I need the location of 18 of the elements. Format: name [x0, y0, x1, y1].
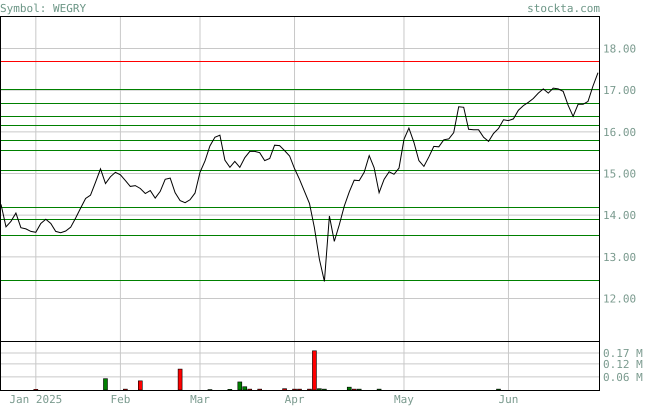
axis-label: 0.17 M [603, 346, 643, 360]
symbol-label: Symbol: WEGRY [0, 2, 86, 14]
axis-label: 13.00 [603, 250, 636, 264]
axis-label: 0.06 M [603, 370, 643, 384]
axis-label: Jan 2025 [9, 393, 62, 406]
axis-label: 0.12 M [603, 358, 643, 371]
axis-label: 16.00 [603, 126, 636, 139]
axis-label: Feb [110, 393, 130, 406]
axis-label: Mar [190, 393, 210, 406]
axis-label: 15.00 [603, 168, 636, 180]
axis-label: May [394, 393, 414, 406]
axis-label: 17.00 [603, 84, 636, 98]
axis-label: Apr [284, 393, 304, 406]
axis-label: 12.00 [603, 292, 636, 306]
axis-label: 18.00 [603, 42, 636, 56]
axis-label: 14.00 [603, 209, 636, 222]
site-name: stockta.com [527, 2, 600, 14]
axis-label: Jun [498, 393, 518, 406]
